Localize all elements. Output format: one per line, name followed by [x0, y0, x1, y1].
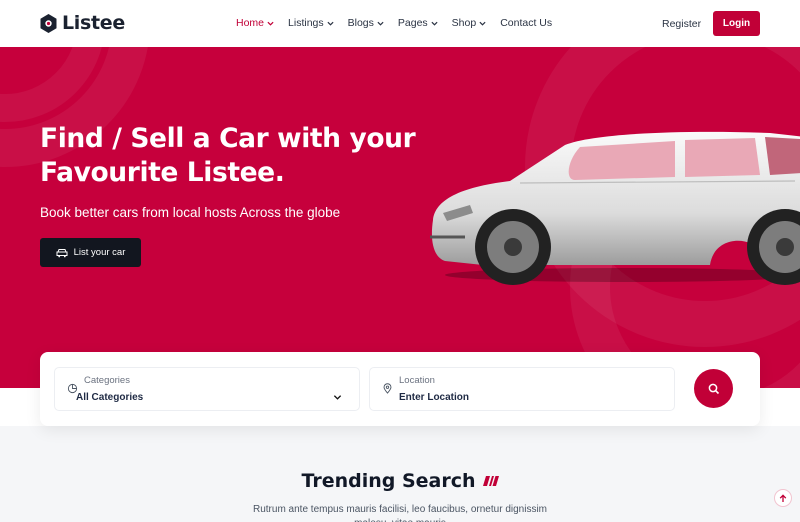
list-your-car-label: List your car: [73, 247, 126, 258]
chevron-down-icon: [479, 21, 486, 26]
chevron-down-icon: [327, 21, 334, 26]
logo-icon: [40, 13, 57, 33]
hero-section: Find / Sell a Car with your Favourite Li…: [0, 47, 800, 388]
list-your-car-button[interactable]: List your car: [40, 238, 141, 267]
arrow-up-icon: [779, 493, 787, 502]
nav-item-label: Blogs: [347, 17, 374, 29]
scroll-to-top-button[interactable]: [774, 489, 792, 507]
hero-subtitle: Book better cars from local hosts Across…: [40, 205, 341, 220]
logo[interactable]: Listee: [40, 12, 125, 34]
trending-description: Rutrum ante tempus mauris facilisi, leo …: [252, 504, 547, 522]
hero-title: Find / Sell a Car with your Favourite Li…: [40, 123, 416, 188]
category-label: Categories: [84, 375, 130, 386]
trending-section: Trending Search Rutrum ante tempus mauri…: [0, 426, 800, 522]
register-link[interactable]: Register: [662, 18, 701, 30]
decor-stripes-icon: [482, 476, 499, 486]
trending-heading: Trending Search: [0, 470, 800, 492]
location-label: Location: [399, 375, 435, 386]
nav-item-shop[interactable]: Shop: [452, 16, 487, 30]
location-field[interactable]: Location Enter Location: [369, 367, 675, 411]
nav-item-contact[interactable]: Contact Us: [500, 16, 552, 30]
nav-item-pages[interactable]: Pages: [398, 16, 438, 30]
category-select[interactable]: Categories All Categories: [54, 367, 360, 411]
search-card: Categories All Categories Location Enter…: [40, 352, 760, 426]
chevron-down-icon: [431, 21, 438, 26]
trending-title: Trending Search: [301, 470, 476, 492]
nav-item-blogs[interactable]: Blogs: [348, 16, 384, 30]
nav-item-home[interactable]: Home: [236, 16, 274, 30]
chevron-down-icon: [377, 21, 384, 26]
category-value: All Categories: [76, 392, 144, 403]
car-icon: [56, 248, 68, 257]
location-input[interactable]: Enter Location: [399, 392, 469, 403]
nav-item-label: Home: [236, 17, 265, 29]
chevron-down-icon: [267, 21, 274, 26]
site-header: Listee Home Listings Blogs Pages Shop Co…: [0, 0, 800, 47]
nav-item-listings[interactable]: Listings: [288, 16, 334, 30]
search-icon: [708, 383, 719, 394]
login-button[interactable]: Login: [713, 11, 760, 36]
map-pin-icon: [383, 383, 392, 394]
main-nav: Home Listings Blogs Pages Shop Contact U…: [236, 16, 566, 30]
search-button[interactable]: [694, 369, 733, 408]
nav-item-label: Listings: [288, 17, 324, 29]
car-image: [430, 131, 800, 285]
nav-item-label: Pages: [397, 17, 428, 29]
chevron-down-icon: [333, 395, 342, 400]
logo-text: Listee: [62, 12, 125, 34]
nav-item-label: Shop: [451, 17, 477, 29]
nav-item-label: Contact Us: [500, 17, 553, 29]
